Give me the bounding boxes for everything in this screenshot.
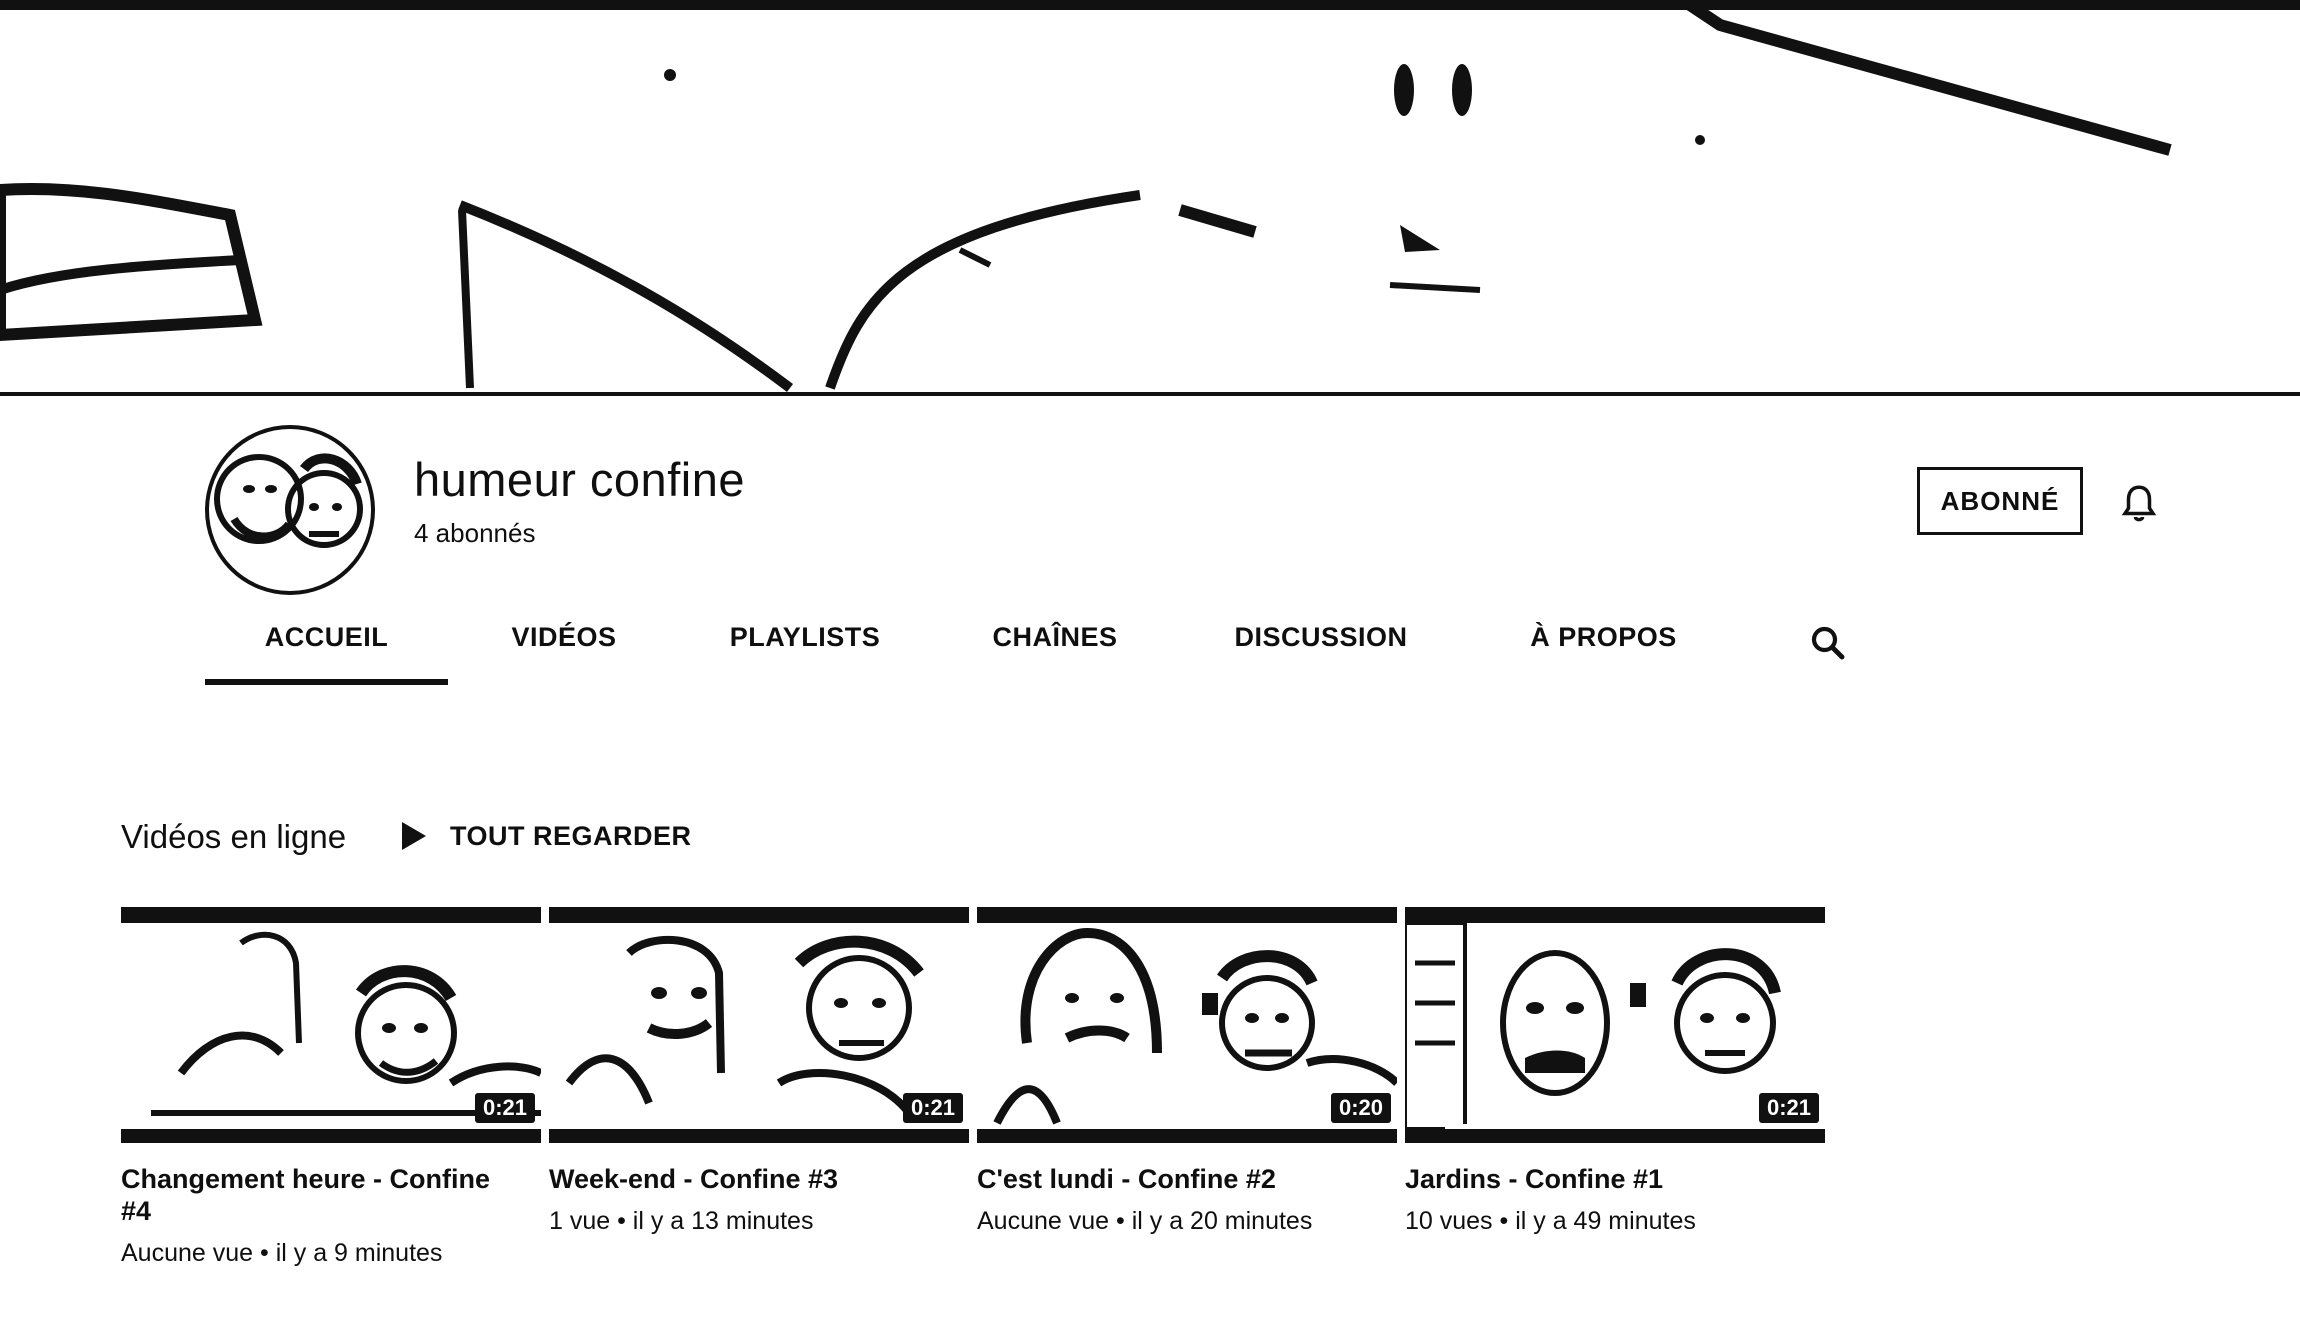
- watch-progress-bar: [1445, 1124, 1802, 1129]
- video-thumbnail[interactable]: 0:21: [1405, 907, 1825, 1143]
- video-title[interactable]: Jardins - Confine #1: [1405, 1163, 1805, 1195]
- video-duration: 0:21: [902, 1093, 963, 1123]
- video-title[interactable]: C'est lundi - Confine #2: [977, 1163, 1377, 1195]
- video-card[interactable]: 0:21 Changement heure - Confine #4 Aucun…: [121, 907, 541, 1268]
- tab-a-propos[interactable]: À PROPOS: [1462, 610, 1745, 685]
- video-card[interactable]: 0:20 C'est lundi - Confine #2 Aucune vue…: [977, 907, 1397, 1236]
- subscribe-button[interactable]: ABONNÉ: [1917, 467, 2083, 535]
- video-duration: 0:21: [1758, 1093, 1819, 1123]
- play-all-label: TOUT REGARDER: [450, 820, 692, 851]
- search-icon[interactable]: [1807, 622, 1849, 664]
- tab-chaines[interactable]: CHAÎNES: [930, 610, 1180, 685]
- channel-avatar[interactable]: [205, 425, 375, 595]
- video-meta: Aucune vue • il y a 9 minutes: [121, 1239, 443, 1267]
- video-thumbnail[interactable]: 0:21: [121, 907, 541, 1143]
- video-duration: 0:21: [474, 1093, 535, 1123]
- video-meta: 10 vues • il y a 49 minutes: [1405, 1207, 1696, 1235]
- play-icon: [402, 822, 426, 850]
- subscriber-count: 4 abonnés: [414, 518, 536, 548]
- video-card[interactable]: 0:21 Week-end - Confine #3 1 vue • il y …: [549, 907, 969, 1236]
- tab-discussion[interactable]: DISCUSSION: [1180, 610, 1462, 685]
- tab-playlists[interactable]: PLAYLISTS: [680, 610, 930, 685]
- channel-banner: [0, 0, 2300, 396]
- video-duration: 0:20: [1330, 1093, 1391, 1123]
- video-meta: 1 vue • il y a 13 minutes: [549, 1207, 814, 1235]
- play-all-button[interactable]: TOUT REGARDER: [400, 820, 692, 852]
- video-thumbnail[interactable]: 0:20: [977, 907, 1397, 1143]
- section-title: Vidéos en ligne: [121, 818, 347, 855]
- video-meta: Aucune vue • il y a 20 minutes: [977, 1207, 1313, 1235]
- tab-accueil[interactable]: ACCUEIL: [205, 610, 448, 685]
- video-title[interactable]: Changement heure - Confine #4: [121, 1163, 521, 1227]
- video-thumbnail[interactable]: 0:21: [549, 907, 969, 1143]
- video-title[interactable]: Week-end - Confine #3: [549, 1163, 949, 1195]
- video-card[interactable]: 0:21 Jardins - Confine #1 10 vues • il y…: [1405, 907, 1825, 1236]
- tab-videos[interactable]: VIDÉOS: [448, 610, 680, 685]
- channel-name: humeur confine: [414, 453, 745, 506]
- bell-icon[interactable]: [2118, 482, 2160, 524]
